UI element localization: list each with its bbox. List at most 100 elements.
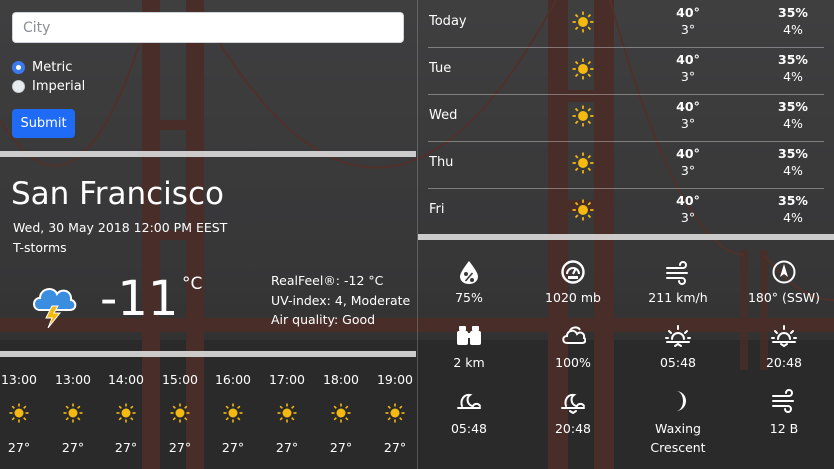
binoculars-icon [457, 326, 481, 345]
metric-label: Metric [32, 60, 73, 75]
temperature-unit: °C [182, 274, 203, 294]
pressure-gauge-icon [561, 260, 585, 284]
hour-temp: 27° [329, 440, 353, 455]
divider [0, 151, 416, 157]
moon-phase-line-1: Waxing [655, 421, 701, 436]
moonrise-value: 05:48 [450, 421, 488, 436]
day-secondary-percent: 4% [783, 116, 803, 131]
day-low-temp: 3° [680, 22, 696, 37]
sun-icon [63, 403, 83, 423]
unit-option-metric[interactable]: Metric [12, 60, 72, 75]
day-secondary-percent: 4% [783, 22, 803, 37]
hour-temp: 27° [275, 440, 299, 455]
moon-phase-icon [676, 391, 686, 411]
daily-row: Today 40° 3° 35% 4% [428, 0, 824, 48]
cloud-cover-value: 100% [555, 355, 591, 370]
day-name: Wed [429, 108, 458, 123]
current-condition: T-storms [13, 240, 67, 255]
current-weather-panel: Metric Imperial Submit San Francisco Wed… [0, 0, 416, 469]
sunrise-value: 05:48 [659, 355, 697, 370]
wind-force-icon [772, 389, 794, 413]
hour-temp: 27° [168, 440, 192, 455]
metric-radio[interactable] [12, 61, 25, 74]
hour-time: 19:00 [376, 372, 414, 387]
hour-time: 13:00 [54, 372, 92, 387]
hour-temp: 27° [221, 440, 245, 455]
humidity-value: 75% [455, 290, 483, 305]
thunderstorm-icon [33, 288, 77, 328]
day-precipitation: 35% [778, 5, 808, 20]
sun-icon [170, 403, 190, 423]
sun-icon [572, 199, 594, 221]
city-search-input[interactable] [12, 12, 404, 43]
day-low-temp: 3° [680, 210, 696, 225]
sun-icon [331, 403, 351, 423]
day-name: Thu [429, 155, 454, 170]
day-precipitation: 35% [778, 52, 808, 67]
sun-icon [572, 152, 594, 174]
hour-time: 16:00 [214, 372, 252, 387]
hour-temp: 27° [383, 440, 407, 455]
moonrise-icon [457, 393, 481, 409]
day-high-temp: 40° [676, 146, 700, 161]
sun-icon [385, 403, 405, 423]
sunset-value: 20:48 [765, 355, 803, 370]
city-name: San Francisco [11, 176, 224, 212]
imperial-label: Imperial [32, 79, 86, 94]
hour-time: 17:00 [268, 372, 306, 387]
unit-option-imperial[interactable]: Imperial [12, 79, 85, 94]
day-high-temp: 40° [676, 193, 700, 208]
sun-icon [572, 11, 594, 33]
wind-speed-value: 211 km/h [648, 290, 708, 305]
sun-icon [9, 403, 29, 423]
day-high-temp: 40° [676, 99, 700, 114]
hour-temp: 27° [114, 440, 138, 455]
daily-row: Fri 40° 3° 35% 4% [428, 188, 824, 235]
day-low-temp: 3° [680, 116, 696, 131]
hour-time: 14:00 [107, 372, 145, 387]
divider [418, 234, 834, 240]
humidity-icon [460, 261, 478, 284]
wind-direction-icon [772, 260, 796, 284]
day-secondary-percent: 4% [783, 210, 803, 225]
daily-row: Wed 40° 3° 35% 4% [428, 94, 824, 142]
hour-time: 15:00 [161, 372, 199, 387]
day-precipitation: 35% [778, 99, 808, 114]
moon-phase-line-2: Crescent [650, 440, 706, 455]
sunrise-icon [665, 325, 691, 347]
pressure-value: 1020 mb [545, 290, 601, 305]
air-quality-text: Air quality: Good [271, 312, 376, 327]
wind-icon [666, 261, 688, 285]
wind-force-value: 12 B [769, 421, 799, 436]
day-high-temp: 40° [676, 52, 700, 67]
moonset-icon [561, 393, 585, 414]
day-precipitation: 35% [778, 193, 808, 208]
submit-button[interactable]: Submit [12, 109, 75, 138]
day-low-temp: 3° [680, 69, 696, 84]
sun-icon [116, 403, 136, 423]
divider [0, 351, 416, 357]
day-secondary-percent: 4% [783, 163, 803, 178]
current-temperature: -11 [100, 271, 179, 327]
day-high-temp: 40° [676, 5, 700, 20]
moonset-value: 20:48 [554, 421, 592, 436]
uv-index-text: UV-index: 4, Moderate [271, 293, 411, 308]
sun-icon [572, 105, 594, 127]
hour-temp: 27° [61, 440, 85, 455]
forecast-panel: Today 40° 3° 35% 4% Tue 40° 3° 35% 4% We… [417, 0, 834, 469]
day-low-temp: 3° [680, 163, 696, 178]
clouds-icon [562, 326, 586, 344]
imperial-radio[interactable] [12, 80, 25, 93]
sunset-icon [771, 325, 797, 348]
day-precipitation: 35% [778, 146, 808, 161]
day-name: Tue [429, 61, 452, 76]
day-secondary-percent: 4% [783, 69, 803, 84]
current-datetime: Wed, 30 May 2018 12:00 PM EEST [13, 220, 228, 235]
daily-row: Thu 40° 3° 35% 4% [428, 141, 824, 189]
hour-time: 13:00 [0, 372, 38, 387]
visibility-value: 2 km [453, 355, 485, 370]
wind-direction-value: 180° (SSW) [747, 290, 821, 305]
day-name: Fri [429, 202, 445, 217]
hour-temp: 27° [7, 440, 31, 455]
sun-icon [277, 403, 297, 423]
